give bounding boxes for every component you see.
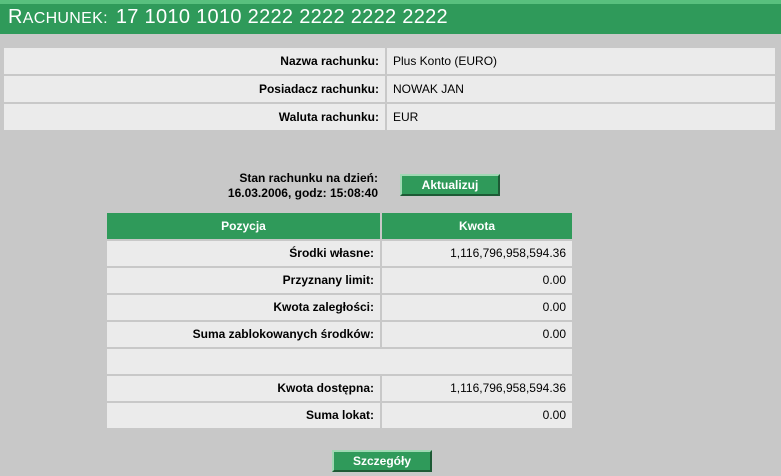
info-value: EUR [387, 104, 775, 130]
title-cap: R [8, 6, 23, 28]
column-header-amount: Kwota [382, 213, 572, 239]
spacer-cell [107, 349, 572, 374]
table-header: Pozycja Kwota [107, 213, 572, 239]
row-value: 0.00 [382, 268, 572, 293]
table-row: Przyznany limit: 0.00 [107, 268, 572, 293]
title-rest: ACHUNEK: [22, 10, 108, 27]
page-header: RACHUNEK: 17 1010 1010 2222 2222 2222 222… [0, 0, 781, 34]
info-row-name: Nazwa rachunku: Plus Konto (EURO) [4, 48, 775, 74]
balance-timestamp-line2: 16.03.2006, godz: 15:08:40 [227, 186, 378, 200]
page-title: RACHUNEK: 17 1010 1010 2222 2222 2222 222… [8, 6, 448, 29]
row-label: Przyznany limit: [107, 268, 380, 293]
info-row-currency: Waluta rachunku: EUR [4, 104, 775, 130]
row-value: 0.00 [382, 322, 572, 347]
balance-timestamp: Stan rachunku na dzień: 16.03.2006, godz… [200, 171, 378, 201]
column-header-position: Pozycja [107, 213, 380, 239]
row-label: Kwota zaległości: [107, 295, 380, 320]
row-value: 1,116,796,958,594.36 [382, 241, 572, 266]
table-row: Suma lokat: 0.00 [107, 403, 572, 428]
row-label: Kwota dostępna: [107, 376, 380, 401]
row-value: 0.00 [382, 295, 572, 320]
info-value: Plus Konto (EURO) [387, 48, 775, 74]
info-row-owner: Posiadacz rachunku: NOWAK JAN [4, 76, 775, 102]
info-label: Nazwa rachunku: [4, 48, 385, 74]
row-label: Suma lokat: [107, 403, 380, 428]
table-row: Środki własne: 1,116,796,958,594.36 [107, 241, 572, 266]
info-value: NOWAK JAN [387, 76, 775, 102]
balance-timestamp-line1: Stan rachunku na dzień: [239, 171, 378, 185]
table-row: Suma zablokowanych środków: 0.00 [107, 322, 572, 347]
balance-table: Pozycja Kwota Środki własne: 1,116,796,9… [107, 213, 572, 430]
details-button[interactable]: Szczegóły [332, 450, 432, 472]
update-button[interactable]: Aktualizuj [400, 174, 500, 196]
table-row: Kwota zaległości: 0.00 [107, 295, 572, 320]
row-value: 0.00 [382, 403, 572, 428]
account-info-table: Nazwa rachunku: Plus Konto (EURO) Posiad… [4, 48, 775, 132]
info-label: Posiadacz rachunku: [4, 76, 385, 102]
table-row-spacer [107, 349, 572, 374]
row-label: Środki własne: [107, 241, 380, 266]
row-label: Suma zablokowanych środków: [107, 322, 380, 347]
table-row: Kwota dostępna: 1,116,796,958,594.36 [107, 376, 572, 401]
row-value: 1,116,796,958,594.36 [382, 376, 572, 401]
account-number: 17 1010 1010 2222 2222 2222 2222 [115, 6, 448, 28]
info-label: Waluta rachunku: [4, 104, 385, 130]
